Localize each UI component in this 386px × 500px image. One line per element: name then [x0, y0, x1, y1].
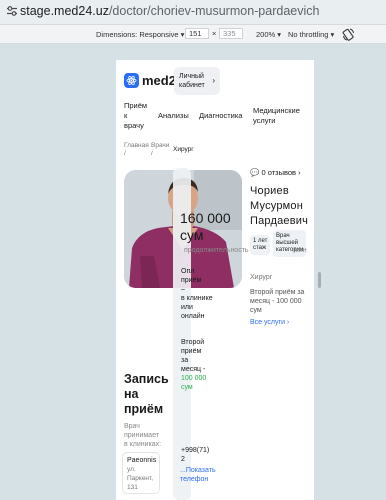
atom-icon: [124, 73, 139, 88]
reviews-count: 0 отзывов: [261, 168, 297, 177]
url-host: stage.med24.uz: [20, 4, 109, 18]
duration-text: продолжительность: [184, 247, 249, 254]
dimension-separator-icon: ×: [212, 29, 217, 38]
rotate-icon[interactable]: [342, 28, 355, 41]
visit-format-line: –: [181, 286, 185, 293]
visit-format-line: Опл: [181, 268, 195, 275]
nav-item-services[interactable]: Медицинские услуги: [253, 106, 300, 126]
nav-item-diagnostics[interactable]: Диагностика: [199, 111, 242, 121]
show-phone-label: ...Показать: [180, 467, 216, 474]
doctor-name-line: Чориев: [250, 185, 289, 197]
visit-format-text: Опл приём – в клинике или онлайн: [181, 267, 213, 321]
resize-handle[interactable]: [318, 272, 321, 288]
second-visit-info: Второй приём за месяц - 100 000 сум: [250, 288, 304, 315]
booking-title-line: Запись: [124, 372, 169, 386]
booking-title-line: приём: [124, 402, 164, 416]
doctor-name-line: Пардаевич: [250, 215, 309, 227]
nav-label: к: [124, 111, 128, 120]
chevron-right-icon: ›: [298, 168, 301, 177]
breadcrumb-doctors[interactable]: Врачи /: [151, 142, 169, 158]
experience-years: 1 лет: [253, 238, 268, 244]
visit-format-line: онлайн: [181, 313, 205, 320]
second-visit-line: месяц - 100 000: [250, 298, 302, 305]
all-services-link[interactable]: Все услуги ›: [250, 318, 289, 327]
second-visit-short: Второй приём за месяц - 100 000 сум: [181, 338, 206, 392]
clinic-address: 131: [127, 484, 138, 491]
throttling-dropdown[interactable]: No throttling ▾: [288, 30, 334, 39]
dimensions-dropdown[interactable]: Dimensions: Responsive ▾: [96, 30, 184, 39]
doctor-name-line: Мусурмон: [250, 200, 304, 212]
second-visit-price: 100 000: [181, 375, 207, 382]
second-visit-currency: сум: [181, 384, 193, 391]
second-visit-line: приём: [181, 348, 202, 355]
doctor-speciality: Хирург: [250, 274, 273, 281]
booking-title: Запись на приём: [124, 372, 169, 417]
category-line: Врач: [276, 233, 290, 239]
nav-item-appointment[interactable]: Приём к врачу: [124, 101, 147, 131]
zoom-dropdown[interactable]: 200% ▾: [256, 30, 281, 39]
clinic-card[interactable]: Paeonnis ул. Паркент, 131: [122, 452, 160, 494]
nav-item-analyses[interactable]: Анализы: [158, 111, 189, 121]
viewport-width-input[interactable]: 151: [185, 28, 209, 39]
booking-title-line: на: [124, 387, 139, 401]
price-value: 160 000: [180, 210, 231, 226]
browser-url-bar[interactable]: stage.med24.uz/doctor/choriev-musurmon-p…: [0, 0, 386, 24]
doctor-name: Чориев Мусурмон Пардаевич: [250, 184, 308, 229]
address-field[interactable]: stage.med24.uz/doctor/choriev-musurmon-p…: [20, 4, 319, 18]
second-visit-line: сум: [250, 307, 262, 314]
device-viewport: med24 Личный кабинет › Приём к врачу Ана…: [116, 60, 314, 500]
experience-label: стаж: [253, 245, 267, 251]
second-visit-line: месяц -: [181, 366, 206, 373]
duration-unit: мин: [294, 247, 307, 254]
clinic-address: ул.: [127, 466, 136, 473]
phone-number: 2: [181, 456, 185, 463]
booking-sub-line: принимает: [124, 432, 159, 439]
visit-format-line: приём: [181, 277, 202, 284]
booking-sub-line: в клиниках:: [124, 441, 162, 448]
breadcrumb-current: Хирург: [173, 146, 194, 153]
url-path: /doctor/choriev-musurmon-pardaevich: [108, 4, 320, 18]
clinic-name: Paeonnis: [127, 457, 157, 464]
show-phone-link[interactable]: ...Показать телефон: [180, 466, 216, 484]
breadcrumb-home[interactable]: Главная /: [124, 142, 149, 158]
site-settings-icon[interactable]: [6, 5, 18, 17]
nav-label: врачу: [124, 121, 144, 130]
consultation-price: 160 000 сум: [180, 210, 231, 244]
show-phone-label: телефон: [180, 476, 209, 483]
second-visit-line: за: [181, 357, 189, 364]
booking-subtitle: Врач принимает в клиниках:: [124, 422, 161, 449]
device-toolbar: Dimensions: Responsive ▾ 151 × 335 200% …: [0, 24, 386, 44]
nav-label: услуги: [253, 116, 276, 125]
phone-number: +998(71): [181, 447, 210, 454]
nav-label: Медицинские: [253, 106, 300, 115]
second-visit-line: Второй: [181, 339, 205, 346]
booking-sub-line: Врач: [124, 423, 140, 430]
chevron-right-icon: ›: [212, 76, 215, 85]
experience-badge: 1 лет стаж: [250, 235, 271, 255]
visit-format-line: в клинике: [181, 295, 213, 302]
second-visit-line: Второй приём за: [250, 289, 305, 296]
nav-label: Приём: [124, 101, 148, 110]
price-currency: сум: [180, 227, 204, 243]
clinic-phone: +998(71) 2: [181, 446, 209, 464]
viewport-height-input[interactable]: 335: [219, 28, 243, 39]
clinic-address: Паркент,: [127, 475, 154, 482]
visit-format-line: или: [181, 304, 193, 311]
personal-cabinet-button[interactable]: Личный кабинет ›: [174, 67, 220, 95]
chat-icon: 💬: [250, 168, 260, 177]
reviews-link[interactable]: 💬 0 отзывов ›: [250, 168, 301, 177]
